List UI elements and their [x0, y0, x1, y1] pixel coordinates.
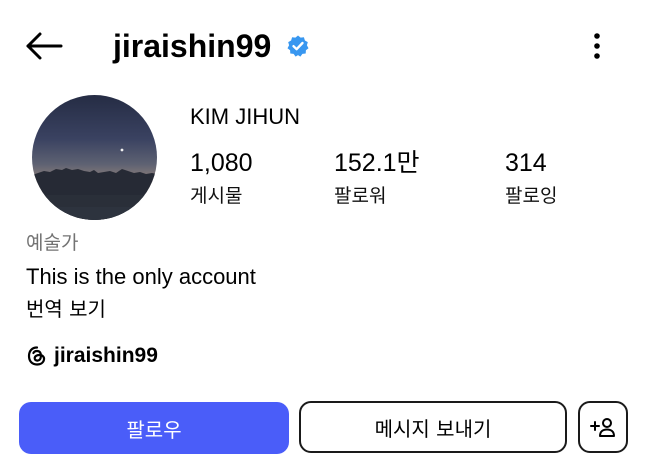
more-vertical-icon [594, 33, 600, 59]
message-button[interactable]: 메시지 보내기 [299, 401, 567, 453]
translate-link[interactable]: 번역 보기 [26, 293, 106, 325]
profile-full-name: KIM JIHUN [190, 104, 300, 129]
profile-avatar[interactable] [32, 95, 157, 220]
profile-username: jiraishin99 [113, 28, 272, 64]
avatar-image [32, 95, 157, 220]
stat-posts-value: 1,080 [190, 149, 253, 177]
stat-followers-value: 152.1만 [334, 149, 420, 177]
stat-posts-label: 게시물 [190, 185, 243, 207]
more-options-button[interactable] [580, 26, 614, 66]
follow-button[interactable]: 팔로우 [19, 402, 289, 454]
profile-bio: This is the only account [26, 264, 256, 289]
suggested-accounts-button[interactable] [578, 401, 628, 453]
message-button-label: 메시지 보내기 [374, 416, 492, 441]
arrow-left-icon [26, 32, 63, 60]
profile-category: 예술가 [26, 232, 79, 254]
verified-badge-icon [287, 35, 309, 57]
stat-following-label: 팔로잉 [505, 185, 558, 207]
stat-following[interactable]: 314 팔로잉 [505, 145, 557, 211]
top-bar: jiraishin99 [0, 0, 648, 90]
stat-following-value: 314 [505, 149, 547, 177]
threads-link[interactable]: jiraishin99 [26, 340, 158, 372]
follow-button-label: 팔로우 [126, 417, 182, 442]
stat-followers-label: 팔로워 [334, 185, 387, 207]
back-button[interactable] [22, 26, 66, 66]
threads-handle: jiraishin99 [54, 344, 158, 367]
stat-posts[interactable]: 1,080 게시물 [190, 145, 253, 211]
stat-followers[interactable]: 152.1만 팔로워 [334, 145, 420, 211]
threads-icon [27, 346, 46, 366]
add-person-icon [590, 418, 615, 437]
